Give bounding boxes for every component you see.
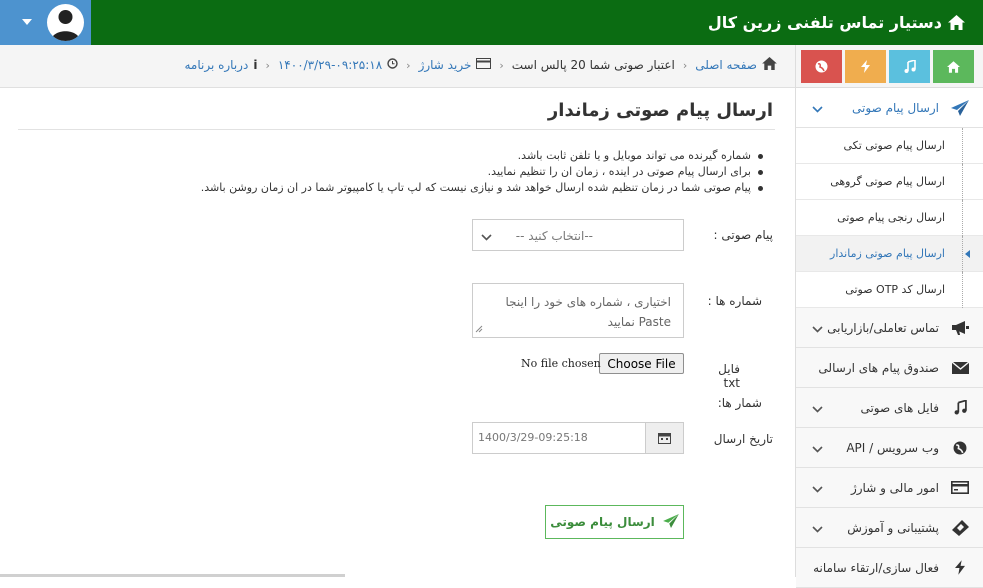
chevron-down-icon	[812, 102, 823, 116]
breadcrumb: صفحه اصلی ‹ اعتبار صوتی شما 20 پالس است …	[0, 45, 795, 88]
breadcrumb-home[interactable]: صفحه اصلی	[695, 58, 757, 72]
shortcut-music[interactable]	[889, 50, 930, 83]
sidebar-item-label: پشتیبانی و آموزش	[847, 520, 939, 535]
clock-icon	[387, 58, 398, 72]
sidebar-subitem-label: ارسال پیام صوتی تکی	[843, 139, 945, 152]
list-item: شماره گیرنده می تواند موبایل و یا تلفن ث…	[18, 148, 765, 164]
sidebar-subitem-range[interactable]: ارسال رنجی پیام صوتی	[796, 200, 983, 236]
chevron-down-icon	[22, 19, 32, 25]
home-icon	[947, 60, 960, 73]
shortcut-bolt[interactable]	[845, 50, 886, 83]
globe-icon	[949, 441, 971, 455]
sidebar-subitem-label: ارسال رنجی پیام صوتی	[837, 211, 945, 224]
date-label: تاریخ ارسال	[713, 432, 773, 446]
shortcut-home[interactable]	[933, 50, 974, 83]
brand-title: دستیار تماس تلفنی زرین کال	[707, 13, 942, 32]
envelope-icon	[949, 361, 971, 374]
sidebar-item-label: امور مالی و شارژ	[850, 480, 939, 495]
rules-list: شماره گیرنده می تواند موبایل و یا تلفن ث…	[18, 148, 775, 196]
sidebar-subitem-scheduled[interactable]: ارسال پیام صوتی زماندار	[796, 236, 983, 272]
bolt-icon	[949, 560, 971, 575]
sidebar-item-activation[interactable]: فعال سازی/ارتقاء سامانه	[796, 548, 983, 588]
home-icon	[948, 2, 965, 47]
chevron-down-icon	[812, 322, 823, 336]
voice-select-value: --انتخاب کنید --	[515, 229, 593, 243]
file-label-line1: فایل txt	[718, 362, 740, 390]
music-icon	[904, 60, 916, 73]
resize-handle-icon[interactable]	[475, 322, 483, 336]
sidebar-subitem-group[interactable]: ارسال پیام صوتی گروهی	[796, 164, 983, 200]
buy-charge-link[interactable]: خرید شارژ	[419, 58, 472, 72]
page-title: ارسال پیام صوتی زماندار	[18, 100, 775, 130]
voice-select[interactable]: --انتخاب کنید --	[472, 219, 684, 251]
megaphone-icon	[949, 320, 971, 335]
about-link[interactable]: درباره برنامه	[184, 58, 248, 72]
sidebar-item-label: ارسال پیام صوتی	[852, 100, 939, 115]
sidebar-item-support[interactable]: پشتیبانی و آموزش	[796, 508, 983, 548]
bolt-icon	[861, 60, 870, 73]
globe-icon	[815, 60, 828, 73]
chevron-down-icon	[812, 402, 823, 416]
sidebar-item-outbox[interactable]: صندوق پیام های ارسالی	[796, 348, 983, 388]
sidebar-item-label: صندوق پیام های ارسالی	[818, 360, 939, 375]
top-header: دستیار تماس تلفنی زرین کال	[0, 0, 983, 45]
paper-plane-icon	[662, 513, 679, 531]
breadcrumb-home-icon[interactable]	[762, 57, 777, 73]
sidebar-item-label: تماس تعاملی/بازاریابی	[827, 320, 939, 335]
date-value: 1400/3/29-09:25:18	[478, 431, 588, 444]
sidebar-subitem-label: ارسال کد OTP صوتی	[845, 283, 945, 296]
paper-plane-icon	[949, 99, 971, 116]
sidebar-item-api[interactable]: وب سرویس / API	[796, 428, 983, 468]
date-input[interactable]: 1400/3/29-09:25:18	[472, 422, 684, 454]
shortcut-globe[interactable]	[801, 50, 842, 83]
voice-label: پیام صوتی :	[713, 228, 773, 242]
sidebar-subitem-otp[interactable]: ارسال کد OTP صوتی	[796, 272, 983, 308]
chevron-down-icon	[812, 522, 823, 536]
file-status: No file chosen	[521, 357, 601, 370]
calendar-icon[interactable]	[645, 423, 683, 453]
list-item: پیام صوتی شما در زمان تنظیم شده ارسال خو…	[18, 180, 765, 196]
sidebar-item-label: فایل های صوتی	[860, 400, 939, 415]
chevron-down-icon	[481, 230, 492, 244]
avatar	[47, 4, 84, 41]
submit-label: ارسال پیام صوتی	[550, 515, 655, 529]
sidebar-item-label: وب سرویس / API	[846, 440, 939, 455]
sidebar-shortcuts	[796, 45, 983, 88]
music-icon	[949, 400, 971, 415]
app-brand[interactable]: دستیار تماس تلفنی زرین کال	[708, 0, 965, 45]
info-icon: i	[253, 58, 258, 72]
ticket-icon	[949, 519, 971, 536]
chevron-down-icon	[812, 442, 823, 456]
sidebar-item-finance[interactable]: امور مالی و شارژ	[796, 468, 983, 508]
sidebar-item-voice-files[interactable]: فایل های صوتی	[796, 388, 983, 428]
file-label-line2: شمار ها:	[717, 396, 762, 410]
chevron-left-icon: ‹	[499, 58, 504, 72]
chevron-left-icon: ‹	[265, 58, 270, 72]
sidebar-subitem-single[interactable]: ارسال پیام صوتی تکی	[796, 128, 983, 164]
submit-button[interactable]: ارسال پیام صوتی	[545, 505, 684, 539]
sidebar: ارسال پیام صوتی ارسال پیام صوتی تکی ارسا…	[795, 45, 983, 588]
numbers-placeholder: اختیاری ، شماره های خود را اینجا Paste ن…	[505, 295, 672, 329]
numbers-textarea[interactable]: اختیاری ، شماره های خود را اینجا Paste ن…	[472, 283, 684, 338]
datetime-text: ۱۴۰۰/۳/۲۹-۰۹:۲۵:۱۸	[277, 58, 383, 72]
user-menu[interactable]	[0, 0, 91, 45]
chevron-down-icon	[812, 482, 823, 496]
numbers-label: شماره ها :	[707, 294, 762, 308]
sidebar-item-send-voice[interactable]: ارسال پیام صوتی	[796, 88, 983, 128]
file-label: فایل txt شمار ها:	[700, 362, 762, 410]
sidebar-item-marketing[interactable]: تماس تعاملی/بازاریابی	[796, 308, 983, 348]
sidebar-subitem-label: ارسال پیام صوتی گروهی	[830, 175, 945, 188]
list-item: برای ارسال پیام صوتی در اینده ، زمان ان …	[18, 164, 765, 180]
credit-text: اعتبار صوتی شما 20 پالس است	[511, 58, 675, 72]
chevron-left-icon: ‹	[682, 58, 688, 72]
chevron-left-icon: ‹	[406, 58, 411, 72]
sidebar-subitem-label: ارسال پیام صوتی زماندار	[830, 247, 945, 260]
credit-card-icon	[949, 481, 971, 494]
main-content: ارسال پیام صوتی زماندار شماره گیرنده می …	[18, 88, 775, 196]
card-icon	[476, 58, 492, 72]
choose-file-button[interactable]: Choose File	[599, 353, 684, 374]
sidebar-item-label: فعال سازی/ارتقاء سامانه	[813, 560, 939, 575]
